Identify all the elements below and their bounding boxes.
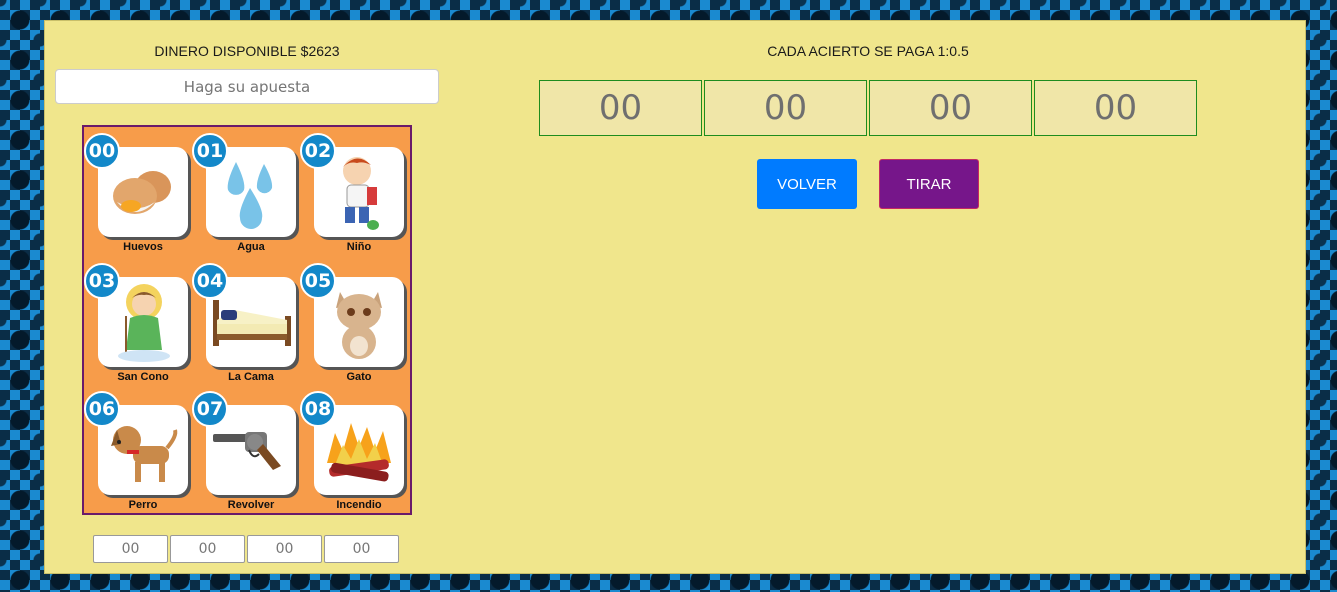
draw-slot-1: 00 — [539, 80, 702, 136]
tile-number: 03 — [84, 263, 120, 299]
pick-field-3[interactable]: 00 — [247, 535, 322, 563]
game-panel: DINERO DISPONIBLE $2623 00 Huevos 01 — [44, 20, 1306, 574]
pick-field-1[interactable]: 00 — [93, 535, 168, 563]
draw-slot-2: 00 — [704, 80, 867, 136]
board-tile-nino[interactable]: 02 Niño — [300, 127, 408, 255]
tile-name: Gato — [346, 371, 372, 383]
draw-slots: 00 00 00 00 — [539, 80, 1197, 136]
tile-name: La Cama — [228, 371, 274, 383]
tile-name: Huevos — [123, 241, 163, 253]
board-tile-huevos[interactable]: 00 Huevos — [84, 127, 192, 255]
board-tile-san-cono[interactable]: 03 San Cono — [84, 257, 192, 385]
board-tile-gato[interactable]: 05 Gato — [300, 257, 408, 385]
tile-number: 08 — [300, 391, 336, 427]
board-tile-la-cama[interactable]: 04 La Cama — [192, 257, 300, 385]
tile-name: Perro — [128, 499, 158, 511]
tile-name: Revolver — [227, 499, 275, 511]
picked-numbers: 00 00 00 00 — [93, 535, 399, 563]
bet-input[interactable] — [55, 69, 439, 104]
tile-number: 06 — [84, 391, 120, 427]
tile-name: Niño — [346, 241, 372, 253]
draw-slot-4: 00 — [1034, 80, 1197, 136]
available-money-label: DINERO DISPONIBLE $2623 — [154, 43, 340, 59]
pick-field-4[interactable]: 00 — [324, 535, 399, 563]
tirar-button[interactable]: TIRAR — [879, 159, 979, 209]
tile-number: 00 — [84, 133, 120, 169]
draw-slot-3: 00 — [869, 80, 1032, 136]
board-tile-perro[interactable]: 06 Perro — [84, 385, 192, 513]
quiniela-board: 00 Huevos 01 Agua 02 Niño 03 San Cono 04… — [82, 125, 412, 515]
board-tile-revolver[interactable]: 07 Revolver — [192, 385, 300, 513]
board-tile-incendio[interactable]: 08 Incendio — [300, 385, 408, 513]
tile-number: 05 — [300, 263, 336, 299]
tile-number: 04 — [192, 263, 228, 299]
tile-name: Agua — [237, 241, 265, 253]
pick-field-2[interactable]: 00 — [170, 535, 245, 563]
tile-number: 01 — [192, 133, 228, 169]
tile-number: 07 — [192, 391, 228, 427]
board-tile-agua[interactable]: 01 Agua — [192, 127, 300, 255]
tile-name: Incendio — [336, 499, 382, 511]
tile-name: San Cono — [117, 371, 169, 383]
tile-number: 02 — [300, 133, 336, 169]
payout-label: CADA ACIERTO SE PAGA 1:0.5 — [767, 43, 969, 59]
volver-button[interactable]: VOLVER — [757, 159, 857, 209]
